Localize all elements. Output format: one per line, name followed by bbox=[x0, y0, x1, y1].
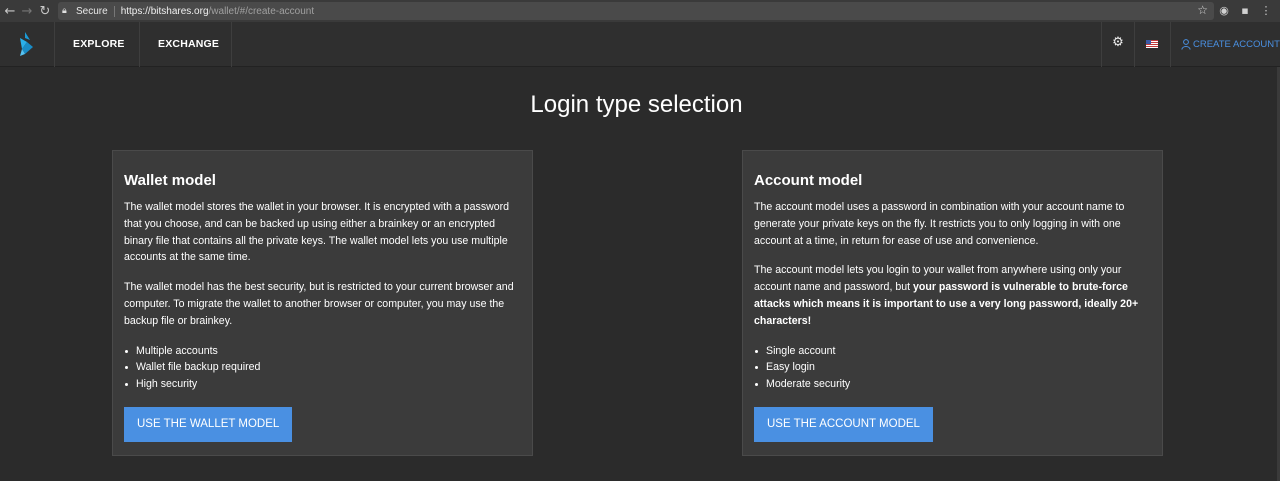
forward-icon[interactable]: → bbox=[17, 0, 37, 22]
wallet-model-card: Wallet model The wallet model stores the… bbox=[112, 150, 533, 456]
url-host: https://bitshares.org bbox=[120, 5, 209, 17]
gear-icon[interactable]: ⚙ bbox=[1111, 36, 1125, 50]
extension-shield-icon[interactable]: ◉ bbox=[1217, 3, 1231, 17]
nav-explore[interactable]: EXPLORE bbox=[73, 22, 125, 67]
divider bbox=[54, 22, 55, 67]
use-account-model-button[interactable]: USE THE ACCOUNT MODEL bbox=[754, 406, 933, 442]
list-item: Single account bbox=[754, 343, 1152, 360]
use-wallet-model-button[interactable]: USE THE WALLET MODEL bbox=[124, 406, 293, 442]
account-model-features: Single account Easy login Moderate secur… bbox=[754, 343, 1152, 393]
page-title: Login type selection bbox=[530, 91, 743, 118]
url-path: /wallet/#/create-account bbox=[208, 5, 315, 17]
star-icon[interactable]: ☆ bbox=[1197, 3, 1208, 17]
menu-kebab-icon[interactable]: ⋮ bbox=[1259, 3, 1273, 17]
create-account-link[interactable]: CREATE ACCOUNT bbox=[1181, 22, 1280, 67]
extension-chat-icon[interactable]: ▪ bbox=[1238, 3, 1252, 17]
address-bar[interactable]: 🔒︎ Secure https://bitshares.org/wallet/#… bbox=[58, 2, 1214, 20]
us-flag-icon[interactable] bbox=[1146, 40, 1158, 48]
secure-label: Secure bbox=[76, 5, 115, 17]
lock-icon: 🔒︎ bbox=[62, 6, 67, 16]
wallet-model-title: Wallet model bbox=[124, 172, 216, 189]
bitshares-logo[interactable] bbox=[12, 30, 40, 58]
divider bbox=[1134, 22, 1135, 67]
wallet-model-features: Multiple accounts Wallet file backup req… bbox=[124, 343, 522, 393]
list-item: Easy login bbox=[754, 359, 1152, 376]
nav-exchange[interactable]: EXCHANGE bbox=[158, 22, 219, 67]
list-item: High security bbox=[124, 376, 522, 393]
app-header: EXPLORE EXCHANGE ⚙ CREATE ACCOUNT bbox=[0, 22, 1280, 67]
list-item: Multiple accounts bbox=[124, 343, 522, 360]
divider bbox=[1101, 22, 1102, 67]
account-model-title: Account model bbox=[754, 172, 863, 189]
wallet-model-security-note: The wallet model has the best security, … bbox=[124, 281, 514, 327]
create-account-label: CREATE ACCOUNT bbox=[1193, 39, 1280, 50]
browser-toolbar: ← → ↻ 🔒︎ Secure https://bitshares.org/wa… bbox=[0, 0, 1280, 22]
list-item: Moderate security bbox=[754, 376, 1152, 393]
divider bbox=[231, 22, 232, 67]
list-item: Wallet file backup required bbox=[124, 359, 522, 376]
account-model-security-note: The account model lets you login to your… bbox=[754, 262, 1152, 329]
wallet-model-description: The wallet model stores the wallet in yo… bbox=[124, 201, 510, 264]
divider bbox=[1170, 22, 1171, 67]
user-icon bbox=[1181, 39, 1191, 50]
divider bbox=[139, 22, 140, 67]
account-model-description: The account model uses a password in com… bbox=[754, 201, 1125, 247]
account-model-card: Account model The account model uses a p… bbox=[742, 150, 1163, 456]
reload-icon[interactable]: ↻ bbox=[35, 0, 55, 22]
